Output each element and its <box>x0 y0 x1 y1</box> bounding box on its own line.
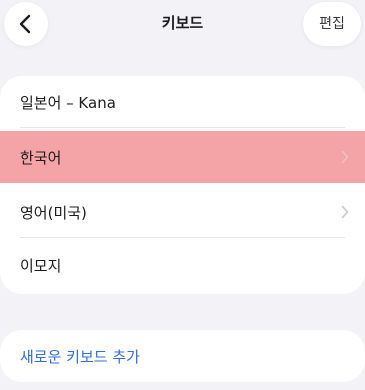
list-item-japanese-kana[interactable]: 일본어 – Kana <box>0 76 365 128</box>
list-item-korean[interactable]: 한국어 <box>0 131 365 183</box>
add-new-keyboard-label: 새로운 키보드 추가 <box>20 348 140 366</box>
list-item-label: 한국어 <box>20 149 62 167</box>
chevron-right-icon <box>341 205 349 219</box>
list-item-label: 영어(미국) <box>20 204 87 222</box>
list-item-emoji[interactable]: 이모지 <box>0 239 365 291</box>
navigation-bar: 키보드 편집 <box>0 0 365 48</box>
list-item-label: 일본어 – Kana <box>20 94 116 112</box>
edit-button[interactable]: 편집 <box>303 2 361 46</box>
keyboard-list: 일본어 – Kana 한국어 영어(미국) 이모지 <box>0 76 365 294</box>
row-divider <box>20 127 345 128</box>
chevron-right-icon <box>341 150 349 164</box>
list-item-english-us[interactable]: 영어(미국) <box>0 186 365 238</box>
list-item-label: 이모지 <box>20 257 62 275</box>
add-keyboard-group: 새로운 키보드 추가 <box>0 330 365 382</box>
add-new-keyboard-button[interactable]: 새로운 키보드 추가 <box>0 330 365 382</box>
row-divider <box>20 237 345 238</box>
